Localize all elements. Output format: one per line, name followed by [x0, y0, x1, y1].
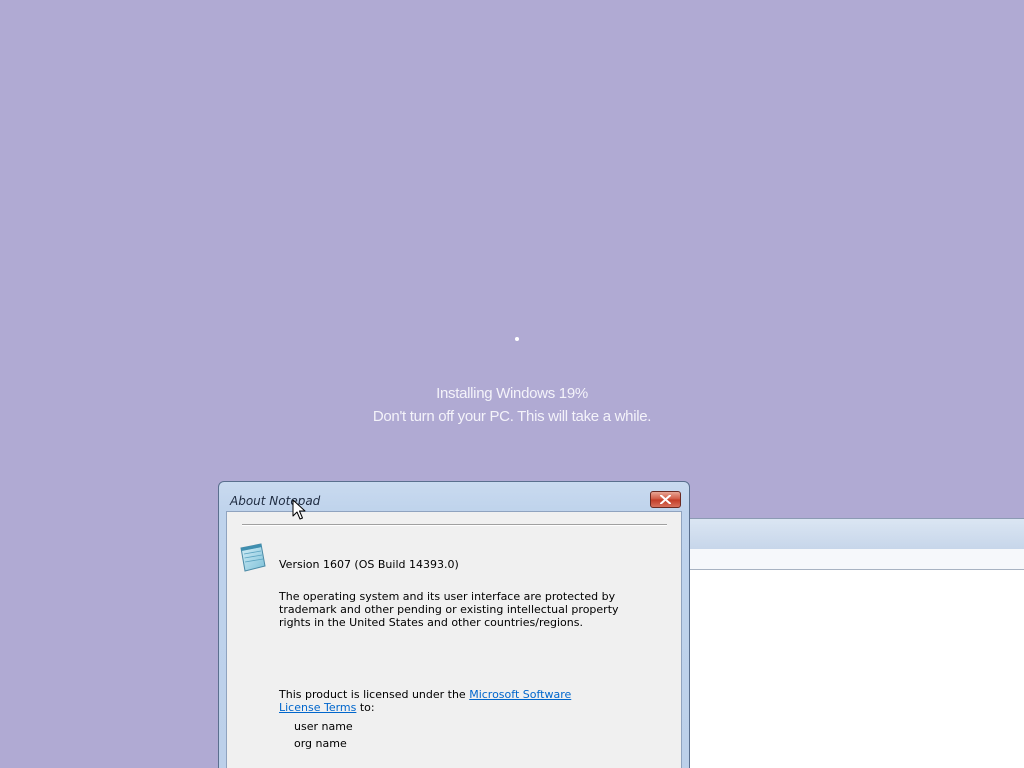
about-notepad-dialog: About Notepad Version 1607 (OS Build 143…: [218, 481, 690, 768]
mouse-cursor-icon: [292, 499, 306, 520]
license-prefix: This product is licensed under the: [279, 688, 470, 701]
license-suffix: to:: [356, 701, 375, 714]
license-statement: This product is licensed under the Micro…: [279, 688, 609, 714]
version-text: Version 1607 (OS Build 14393.0): [279, 558, 459, 571]
licensed-user-name: user name: [294, 720, 353, 733]
licensed-org-name: org name: [294, 737, 347, 750]
header-separator: [242, 524, 667, 526]
dialog-content: Version 1607 (OS Build 14393.0) The oper…: [226, 511, 682, 768]
dialog-title: About Notepad: [230, 494, 321, 508]
background-window-titlebar[interactable]: [690, 519, 1024, 549]
close-icon: [660, 495, 671, 504]
legal-notice: The operating system and its user interf…: [279, 590, 619, 629]
notepad-icon: [240, 543, 266, 572]
setup-progress-text: Installing Windows 19%: [436, 385, 588, 402]
progress-spinner-dot: [515, 337, 519, 341]
setup-warning-text: Don't turn off your PC. This will take a…: [372, 408, 652, 425]
background-notepad-window[interactable]: [690, 518, 1024, 768]
background-window-menubar[interactable]: [690, 549, 1024, 570]
close-button[interactable]: [650, 491, 681, 508]
